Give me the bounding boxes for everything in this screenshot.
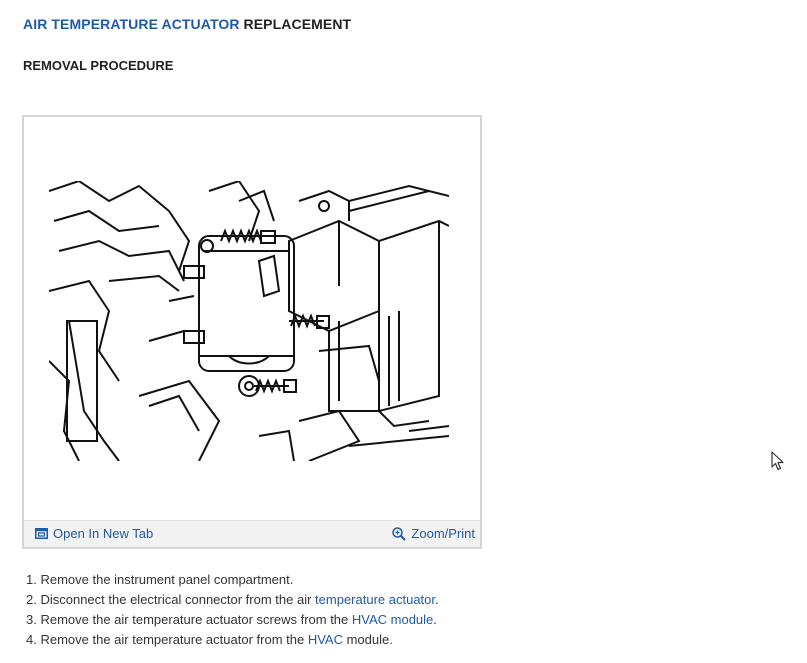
hvac-module-link[interactable]: HVAC module bbox=[352, 612, 433, 627]
step-item: 4. Remove the air temperature actuator f… bbox=[26, 632, 393, 647]
zoom-icon bbox=[392, 526, 407, 541]
open-in-new-tab-label: Open In New Tab bbox=[53, 526, 154, 541]
temperature-actuator-link[interactable]: temperature actuator bbox=[315, 592, 435, 607]
hvac-link[interactable]: HVAC bbox=[308, 632, 343, 647]
diagram-figure: Open In New Tab Zoom/Print bbox=[22, 115, 482, 549]
open-in-new-tab-link[interactable]: Open In New Tab bbox=[35, 526, 153, 541]
title-rest: REPLACEMENT bbox=[239, 16, 352, 32]
page-title: AIR TEMPERATURE ACTUATOR REPLACEMENT bbox=[23, 16, 351, 32]
zoom-print-link[interactable]: Zoom/Print bbox=[392, 526, 475, 541]
procedure-steps: 1. Remove the instrument panel compartme… bbox=[26, 571, 439, 651]
actuator-diagram-illustration bbox=[49, 181, 449, 461]
open-in-new-tab-icon bbox=[35, 528, 48, 539]
title-link[interactable]: AIR TEMPERATURE ACTUATOR bbox=[23, 16, 240, 32]
zoom-print-label: Zoom/Print bbox=[411, 526, 475, 541]
section-heading: REMOVAL PROCEDURE bbox=[23, 58, 174, 73]
figure-toolbar: Open In New Tab Zoom/Print bbox=[24, 520, 480, 547]
step-item: 1. Remove the instrument panel compartme… bbox=[26, 572, 294, 587]
mouse-cursor-icon bbox=[771, 451, 784, 471]
step-item: 3. Remove the air temperature actuator s… bbox=[26, 612, 437, 627]
step-item: 2. Disconnect the electrical connector f… bbox=[26, 592, 439, 607]
